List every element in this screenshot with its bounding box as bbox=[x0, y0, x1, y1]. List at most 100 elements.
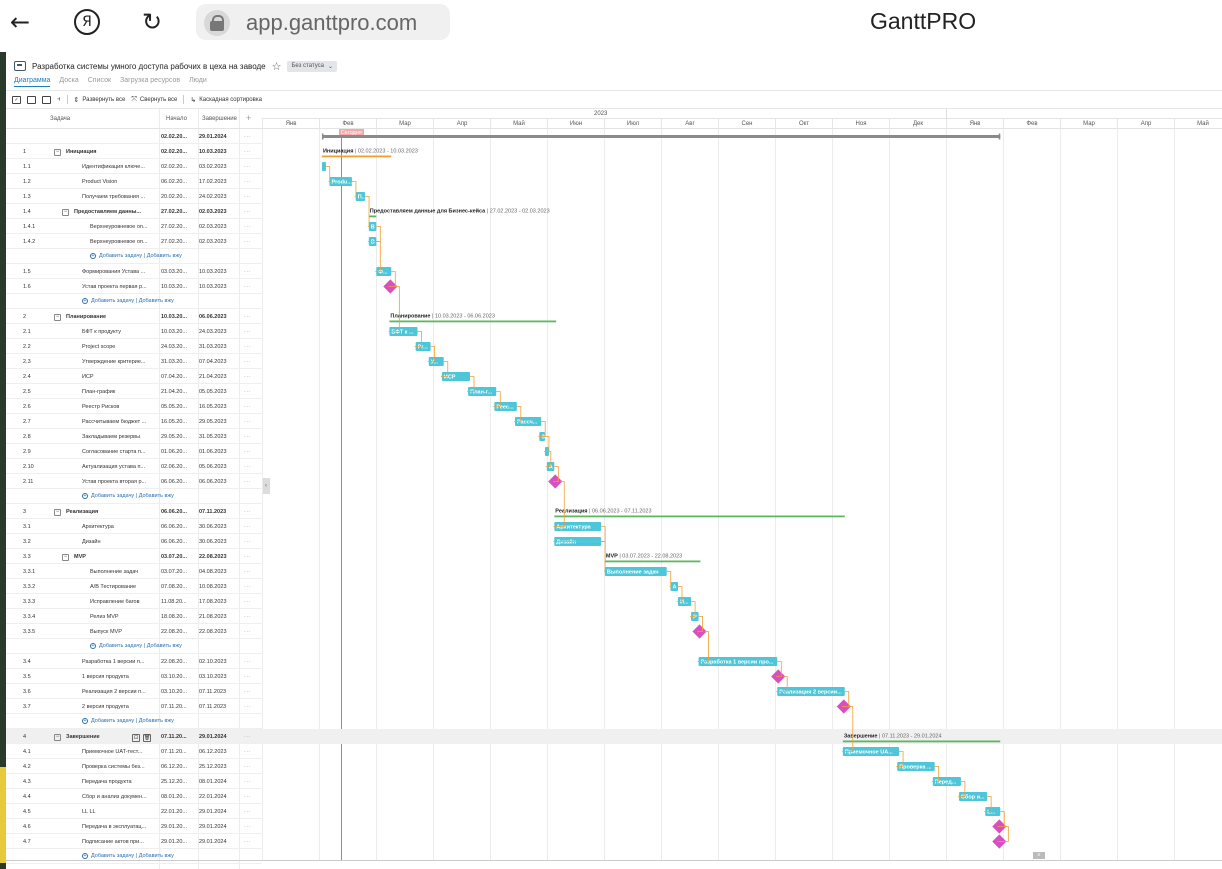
add-task-label[interactable]: Добавить задачу bbox=[91, 298, 134, 304]
row-menu-dots-icon[interactable]: ··· bbox=[244, 824, 258, 830]
row-menu-dots-icon[interactable]: ··· bbox=[244, 554, 258, 560]
task-row[interactable]: 3.3 − MVP 03.07.20... 22.08.2023 ··· bbox=[6, 549, 262, 564]
row-menu-dots-icon[interactable]: ··· bbox=[244, 734, 258, 740]
tab-list[interactable]: Список bbox=[88, 77, 111, 87]
group-bar[interactable] bbox=[368, 215, 377, 218]
header-start[interactable]: Начало bbox=[166, 116, 187, 122]
add-group-label[interactable]: Добавить вжу bbox=[139, 298, 174, 304]
task-row[interactable]: 1.3 Получаем требования ... 20.02.20... 24.… bbox=[6, 189, 262, 204]
task-row[interactable]: 4.5 LL LL 22.01.20... 29.01.2024 ··· bbox=[6, 804, 262, 819]
task-row[interactable]: 3.3.3 Исправление багов 11.08.20... 17.08.2… bbox=[6, 594, 262, 609]
project-summary-row[interactable]: 02.02.20... 29.01.2024 ··· bbox=[6, 129, 262, 144]
task-bar[interactable] bbox=[321, 162, 326, 171]
checkbox-icon[interactable]: ✓ bbox=[12, 95, 21, 104]
row-menu-dots-icon[interactable]: ··· bbox=[244, 284, 258, 290]
yandex-icon[interactable]: Я bbox=[74, 9, 100, 35]
task-row[interactable]: 4.6 Передача в эксплуатац... 29.01.20... 29… bbox=[6, 819, 262, 834]
group-bar[interactable] bbox=[604, 560, 701, 563]
row-menu-dots-icon[interactable]: ··· bbox=[244, 434, 258, 440]
header-task[interactable]: Задача bbox=[50, 116, 70, 122]
task-row[interactable]: 2.5 План-график 21.04.20... 05.05.2023 ··· bbox=[6, 384, 262, 399]
task-row[interactable]: 1.5 Формирования Устава ... 03.03.20... 10.… bbox=[6, 264, 262, 279]
group-bar[interactable] bbox=[389, 320, 557, 323]
task-row[interactable]: 3 − Реализация 06.06.20... 07.11.2023 ··· bbox=[6, 504, 262, 519]
row-menu-dots-icon[interactable]: ··· bbox=[244, 794, 258, 800]
task-row[interactable]: 3.3.1 Выполнение задач 03.07.20... 04.08.20… bbox=[6, 564, 262, 579]
row-menu-dots-icon[interactable]: ··· bbox=[244, 374, 258, 380]
project-status-select[interactable]: Без статуса ⌄ bbox=[287, 60, 338, 72]
task-row[interactable]: 1.6 Устав проекта первая р... 10.03.20... 1… bbox=[6, 279, 262, 294]
row-menu-dots-icon[interactable]: ··· bbox=[244, 839, 258, 845]
row-menu-dots-icon[interactable]: ··· bbox=[244, 539, 258, 545]
back-arrow-icon[interactable]: ← bbox=[10, 8, 30, 36]
row-menu-dots-icon[interactable]: ··· bbox=[244, 524, 258, 530]
add-group-label[interactable]: Добавить вжу bbox=[147, 643, 182, 649]
row-menu-dots-icon[interactable]: ··· bbox=[244, 599, 258, 605]
task-row[interactable]: 3.7 2 версия продукта 07.11.20... 07.11.202… bbox=[6, 699, 262, 714]
row-menu-dots-icon[interactable]: ··· bbox=[244, 239, 258, 245]
row-menu-dots-icon[interactable]: ··· bbox=[244, 419, 258, 425]
expand-all-button[interactable]: ⇕ Развернуть все bbox=[74, 96, 126, 104]
task-row[interactable]: 2.6 Реестр Рисков 05.05.20... 16.05.2023 ··· bbox=[6, 399, 262, 414]
task-row[interactable]: 3.3.4 Релиз MVP 18.08.20... 21.08.2023 ··· bbox=[6, 609, 262, 624]
add-task-link[interactable]: + Добавить задачу | Добавить вжу bbox=[82, 718, 174, 724]
task-row[interactable]: 2.3 Утверждение критерие... 31.03.20... 07.… bbox=[6, 354, 262, 369]
add-group-label[interactable]: Добавить вжу bbox=[139, 853, 174, 859]
add-task-label[interactable]: Добавить задачу bbox=[91, 718, 134, 724]
collapse-toggle-icon[interactable]: − bbox=[54, 149, 61, 156]
add-task-link[interactable]: + Добавить задачу | Добавить вжу bbox=[82, 493, 174, 499]
row-menu-dots-icon[interactable]: ··· bbox=[244, 764, 258, 770]
tab-workload[interactable]: Загрузка ресурсов bbox=[120, 77, 180, 87]
delete-icon[interactable]: 🗑 bbox=[143, 734, 151, 742]
group-bar[interactable] bbox=[842, 740, 1001, 743]
row-menu-dots-icon[interactable]: ··· bbox=[244, 689, 258, 695]
task-row[interactable]: 3.3.5 Выпуск MVP 22.08.20... 22.08.2023 ··· bbox=[6, 624, 262, 639]
task-row[interactable]: 2.7 Рассчитываем бюджет ... 16.05.20... 29.… bbox=[6, 414, 262, 429]
task-row[interactable]: 4.2 Проверка системы без... 06.12.20... 25.… bbox=[6, 759, 262, 774]
row-menu-dots-icon[interactable]: ··· bbox=[244, 359, 258, 365]
add-task-link[interactable]: + Добавить задачу | Добавить вжу bbox=[90, 253, 182, 259]
split-icon[interactable]: ⫞ bbox=[57, 95, 61, 104]
task-row[interactable]: 3.1 Архитектура 06.06.20... 30.06.2023 ··· bbox=[6, 519, 262, 534]
add-task-link[interactable]: + Добавить задачу | Добавить вжу bbox=[90, 643, 182, 649]
row-menu-dots-icon[interactable]: ··· bbox=[244, 449, 258, 455]
row-menu-dots-icon[interactable]: ··· bbox=[244, 659, 258, 665]
collapse-toggle-icon[interactable]: − bbox=[62, 554, 69, 561]
collapse-all-button[interactable]: ⤧ Свернуть все bbox=[131, 95, 177, 104]
row-menu-dots-icon[interactable]: ··· bbox=[244, 674, 258, 680]
task-row[interactable]: 2.8 Закладываем резервы 29.05.20... 31.05.2… bbox=[6, 429, 262, 444]
row-menu-dots-icon[interactable]: ··· bbox=[244, 509, 258, 515]
task-row[interactable]: 4.1 Приемочное UAT-тест... 07.11.20... 06.1… bbox=[6, 744, 262, 759]
tab-diagram[interactable]: Диаграмма bbox=[14, 77, 51, 87]
row-menu-dots-icon[interactable]: ··· bbox=[244, 149, 258, 155]
task-row[interactable]: 4− Завершение 07.11.20... 29.01.2024 ··· ⊡ 🗑 bbox=[6, 729, 262, 744]
task-row[interactable]: 1.4 − Предоставляем данны... 27.02.20... 02.… bbox=[6, 204, 262, 219]
collapse-toggle-icon[interactable]: − bbox=[54, 509, 61, 516]
project-title[interactable]: Разработка системы умного доступа рабочи… bbox=[32, 62, 266, 71]
task-row[interactable]: 4.7 Подписание актов при... 29.01.20... 29.… bbox=[6, 834, 262, 849]
row-menu-dots-icon[interactable]: ··· bbox=[244, 194, 258, 200]
task-row[interactable]: 1.4.1 Верхнеуровневое оп... 27.02.20... 02.… bbox=[6, 219, 262, 234]
task-row[interactable]: 3.6 Реализация 2 версии п... 03.10.20... 07… bbox=[6, 684, 262, 699]
row-menu-dots-icon[interactable]: ··· bbox=[244, 704, 258, 710]
row-menu-dots-icon[interactable]: ··· bbox=[244, 164, 258, 170]
add-task-link[interactable]: + Добавить задачу | Добавить вжу bbox=[82, 298, 174, 304]
header-end[interactable]: Завершение bbox=[202, 116, 237, 122]
task-row[interactable]: 1.2 Product Vision 06.02.20... 17.02.2023 ··… bbox=[6, 174, 262, 189]
project-summary-bar[interactable] bbox=[321, 135, 1001, 138]
row-menu-dots-icon[interactable]: ··· bbox=[244, 329, 258, 335]
add-task-label[interactable]: Добавить задачу bbox=[99, 643, 142, 649]
add-group-label[interactable]: Добавить вжу bbox=[147, 253, 182, 259]
horizontal-scrollbar[interactable]: ≡ bbox=[1033, 852, 1045, 859]
row-menu-dots-icon[interactable]: ··· bbox=[244, 464, 258, 470]
row-menu-dots-icon[interactable]: ··· bbox=[244, 269, 258, 275]
reload-icon[interactable]: ↻ bbox=[142, 8, 162, 36]
task-row[interactable]: 1 − Инициация 02.02.20... 10.03.2023 ··· bbox=[6, 144, 262, 159]
task-row[interactable]: 3.4 Разработка 1 версии п... 22.08.20... 02… bbox=[6, 654, 262, 669]
cascade-sort-button[interactable]: ↳ Каскадная сортировка bbox=[190, 96, 262, 104]
tab-people[interactable]: Люди bbox=[189, 77, 207, 87]
row-menu-dots-icon[interactable]: ··· bbox=[244, 584, 258, 590]
row-menu-dots-icon[interactable]: ··· bbox=[244, 404, 258, 410]
add-task-row[interactable]: + Добавить задачу | Добавить вжу bbox=[6, 249, 262, 264]
add-task-row[interactable]: + Добавить задачу | Добавить вжу bbox=[6, 714, 262, 729]
